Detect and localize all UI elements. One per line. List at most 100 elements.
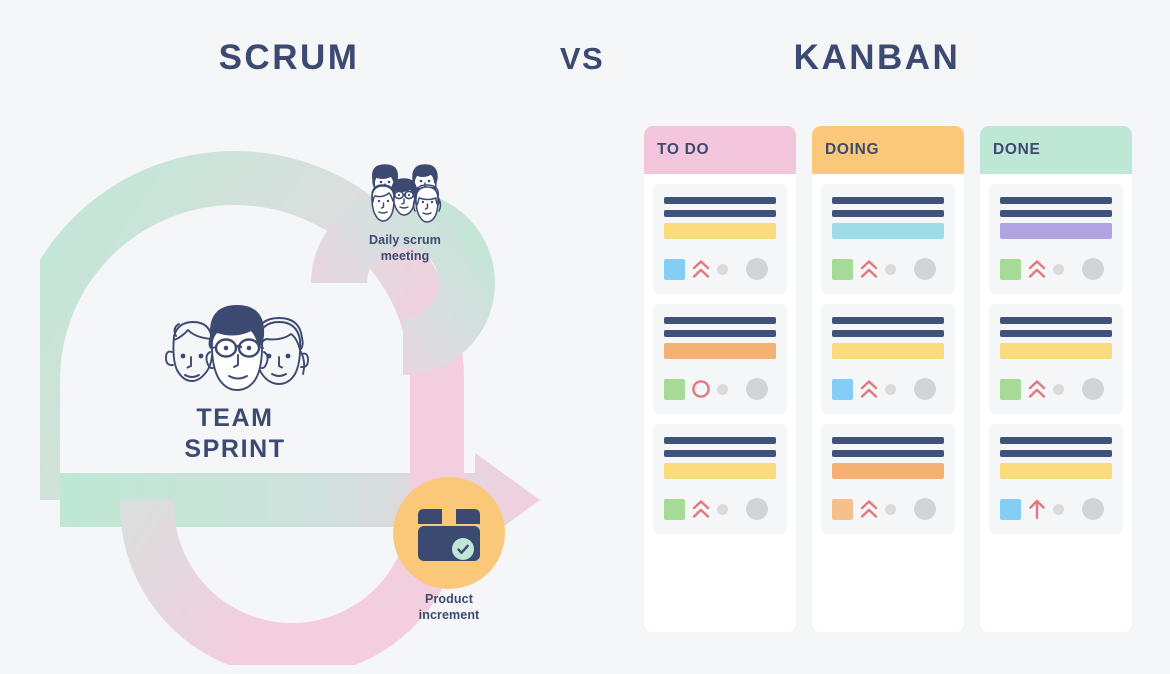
card-title-bar — [1000, 197, 1112, 204]
daily-scrum-faces-icon — [371, 164, 442, 223]
card-label-swatch[interactable] — [832, 258, 853, 280]
card-meta-row — [832, 258, 944, 280]
circle-outline-icon — [692, 380, 710, 398]
column-title: TO DO — [657, 141, 710, 158]
page-headings: SCRUM VS KANBAN — [0, 0, 1170, 105]
card-accent-bar — [832, 223, 944, 239]
card-meta-row — [832, 378, 944, 400]
card-title-bar — [664, 330, 776, 337]
product-increment-label-line1: Product — [425, 592, 473, 606]
card-avatar[interactable] — [914, 498, 936, 520]
page-title-scrum: SCRUM — [218, 38, 360, 77]
card-label-swatch[interactable] — [832, 378, 853, 400]
team-sprint-label: TEAM SPRINT — [184, 403, 285, 465]
card-label-swatch[interactable] — [664, 258, 685, 280]
card-status-dot — [885, 263, 896, 275]
card-accent-bar — [1000, 463, 1112, 479]
card-status-dot — [717, 263, 728, 275]
scrum-spiral-graphic — [40, 151, 540, 665]
card-title-bar — [1000, 450, 1112, 457]
card-avatar[interactable] — [914, 258, 936, 280]
card-meta-row — [1000, 378, 1112, 400]
card-label-swatch[interactable] — [664, 498, 685, 520]
column-card-list — [644, 174, 796, 632]
card-meta-row — [832, 498, 944, 520]
card-title-bar — [832, 210, 944, 217]
card-meta-row — [664, 498, 776, 520]
kanban-card[interactable] — [653, 184, 787, 294]
card-title-bar — [832, 450, 944, 457]
double-chevron-up-icon — [860, 380, 878, 398]
card-title-bar — [664, 437, 776, 444]
double-chevron-up-icon — [692, 500, 710, 518]
card-label-swatch[interactable] — [832, 498, 853, 520]
card-meta-row — [664, 258, 776, 280]
card-meta-row — [1000, 258, 1112, 280]
daily-scrum-label: Daily scrum meeting — [369, 233, 441, 264]
kanban-card[interactable] — [989, 304, 1123, 414]
card-status-dot — [1053, 383, 1064, 395]
card-title-bar — [1000, 210, 1112, 217]
kanban-column-to-do[interactable]: TO DO — [644, 126, 796, 632]
card-label-swatch[interactable] — [1000, 378, 1021, 400]
card-title-bar — [832, 437, 944, 444]
card-accent-bar — [1000, 223, 1112, 239]
check-badge-icon — [452, 538, 474, 560]
card-status-dot — [885, 503, 896, 515]
single-arrow-up-icon — [1029, 499, 1045, 520]
column-header: TO DO — [644, 126, 796, 174]
card-accent-bar — [664, 343, 776, 359]
card-title-bar — [832, 317, 944, 324]
card-avatar[interactable] — [1082, 378, 1104, 400]
kanban-card[interactable] — [821, 184, 955, 294]
card-title-bar — [664, 210, 776, 217]
card-accent-bar — [832, 463, 944, 479]
product-increment-icon — [393, 477, 505, 589]
card-avatar[interactable] — [914, 378, 936, 400]
card-avatar[interactable] — [746, 258, 768, 280]
card-title-bar — [832, 330, 944, 337]
card-label-swatch[interactable] — [664, 378, 685, 400]
card-avatar[interactable] — [746, 378, 768, 400]
card-avatar[interactable] — [1082, 498, 1104, 520]
kanban-card[interactable] — [989, 424, 1123, 534]
double-chevron-up-icon — [1028, 380, 1046, 398]
column-card-list — [980, 174, 1132, 632]
card-title-bar — [664, 450, 776, 457]
card-label-swatch[interactable] — [1000, 258, 1021, 280]
card-meta-row — [664, 378, 776, 400]
card-status-dot — [1053, 263, 1064, 275]
column-card-list — [812, 174, 964, 632]
double-chevron-up-icon — [1028, 260, 1046, 278]
card-avatar[interactable] — [746, 498, 768, 520]
card-accent-bar — [1000, 343, 1112, 359]
card-label-swatch[interactable] — [1000, 498, 1021, 520]
kanban-card[interactable] — [989, 184, 1123, 294]
column-title: DONE — [993, 141, 1041, 158]
card-meta-row — [1000, 498, 1112, 520]
card-avatar[interactable] — [1082, 258, 1104, 280]
card-title-bar — [1000, 330, 1112, 337]
team-sprint-label-line1: TEAM — [196, 404, 274, 432]
kanban-card[interactable] — [653, 304, 787, 414]
scrum-illustration: TEAM SPRINT Daily scrum meeting Product … — [40, 105, 610, 665]
kanban-column-done[interactable]: DONE — [980, 126, 1132, 632]
card-title-bar — [1000, 437, 1112, 444]
kanban-card[interactable] — [821, 304, 955, 414]
card-title-bar — [1000, 317, 1112, 324]
kanban-board: TO DO DOING DONE — [644, 126, 1136, 632]
double-chevron-up-icon — [860, 260, 878, 278]
page-title-kanban: KANBAN — [793, 38, 961, 77]
kanban-card[interactable] — [821, 424, 955, 534]
product-increment-label-line2: increment — [418, 607, 480, 622]
column-title: DOING — [825, 141, 880, 158]
kanban-card[interactable] — [653, 424, 787, 534]
column-header: DOING — [812, 126, 964, 174]
product-increment-label: Product increment — [419, 592, 480, 623]
card-title-bar — [664, 197, 776, 204]
daily-scrum-label-line2: meeting — [380, 248, 430, 263]
double-chevron-up-icon — [692, 260, 710, 278]
column-header: DONE — [980, 126, 1132, 174]
kanban-column-doing[interactable]: DOING — [812, 126, 964, 632]
card-status-dot — [717, 503, 728, 515]
